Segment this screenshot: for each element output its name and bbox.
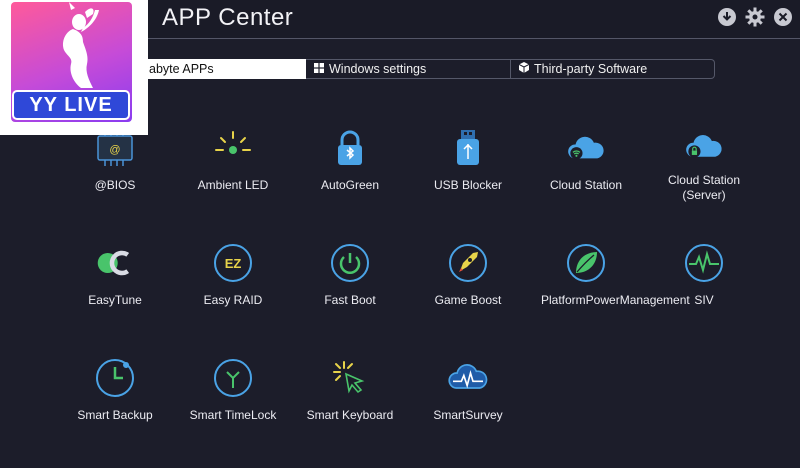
app-game-boost[interactable]: Game Boost bbox=[409, 243, 527, 353]
app-smart-timelock[interactable]: Smart TimeLock bbox=[174, 358, 292, 468]
app-label: Smart Backup bbox=[77, 408, 153, 422]
rocket-icon bbox=[448, 243, 488, 283]
app-label: Fast Boot bbox=[324, 293, 376, 307]
category-tabs: abyte APPs Windows settings Third-party … bbox=[148, 59, 715, 79]
download-icon[interactable] bbox=[716, 6, 738, 28]
windows-icon bbox=[314, 62, 324, 76]
app-easytune[interactable]: EasyTune bbox=[56, 243, 174, 353]
app-label: Smart TimeLock bbox=[189, 408, 277, 422]
app-label: USB Blocker bbox=[433, 178, 503, 192]
pulse-icon bbox=[684, 243, 724, 283]
app-label: SIV bbox=[694, 293, 714, 307]
usb-icon bbox=[448, 128, 488, 168]
cloud-lock-icon bbox=[684, 128, 724, 168]
svg-text:EZ: EZ bbox=[225, 256, 242, 271]
app-bios[interactable]: @ @BIOS bbox=[56, 128, 174, 238]
app-cloud-station[interactable]: Cloud Station bbox=[527, 128, 645, 238]
app-label: PlatformPowerManagement bbox=[541, 293, 690, 307]
tab-label: abyte APPs bbox=[149, 62, 214, 76]
app-platform-power-management[interactable]: PlatformPowerManagement bbox=[527, 243, 690, 353]
tab-label: Third-party Software bbox=[534, 62, 648, 76]
yy-live-logo: YY LIVE bbox=[0, 0, 148, 135]
app-smart-keyboard[interactable]: Smart Keyboard bbox=[291, 358, 409, 468]
app-label: Cloud Station bbox=[549, 178, 623, 192]
app-ambient-led[interactable]: Ambient LED bbox=[174, 128, 292, 238]
app-fast-boot[interactable]: Fast Boot bbox=[291, 243, 409, 353]
power-refresh-icon bbox=[330, 243, 370, 283]
app-label: Smart Keyboard bbox=[306, 408, 394, 422]
led-light-icon bbox=[213, 128, 253, 168]
app-label: AutoGreen bbox=[320, 178, 380, 192]
cloud-wifi-icon bbox=[566, 128, 606, 168]
app-label: Easy RAID bbox=[203, 293, 263, 307]
app-easy-raid[interactable]: EZ Easy RAID bbox=[174, 243, 292, 353]
close-icon[interactable] bbox=[772, 6, 794, 28]
app-label: Cloud Station (Server) bbox=[667, 173, 741, 202]
app-autogreen[interactable]: AutoGreen bbox=[291, 128, 409, 238]
tab-gigabyte-apps[interactable]: abyte APPs bbox=[148, 59, 306, 79]
app-label: @BIOS bbox=[94, 178, 136, 192]
tab-third-party-software[interactable]: Third-party Software bbox=[511, 59, 715, 79]
app-cloud-station-server[interactable]: Cloud Station (Server) bbox=[645, 128, 763, 238]
logo-text: YY LIVE bbox=[12, 90, 130, 120]
app-label: Game Boost bbox=[434, 293, 502, 307]
app-siv[interactable]: SIV bbox=[645, 243, 763, 353]
leaf-icon bbox=[566, 243, 606, 283]
gear-icon[interactable] bbox=[744, 6, 766, 28]
app-smartsurvey[interactable]: SmartSurvey bbox=[409, 358, 527, 468]
window-controls bbox=[716, 6, 794, 28]
app-smart-backup[interactable]: Smart Backup bbox=[56, 358, 174, 468]
clock-icon bbox=[95, 358, 135, 398]
svg-text:@: @ bbox=[109, 144, 120, 156]
tab-label: Windows settings bbox=[329, 62, 427, 76]
tab-windows-settings[interactable]: Windows settings bbox=[306, 59, 511, 79]
easytune-icon bbox=[95, 243, 135, 283]
bluetooth-lock-icon bbox=[330, 128, 370, 168]
app-label: EasyTune bbox=[88, 293, 142, 307]
app-usb-blocker[interactable]: USB Blocker bbox=[409, 128, 527, 238]
app-label: Ambient LED bbox=[197, 178, 269, 192]
app-label: SmartSurvey bbox=[433, 408, 503, 422]
timelock-icon bbox=[213, 358, 253, 398]
app-title: APP Center bbox=[162, 4, 294, 31]
title-divider bbox=[148, 38, 800, 39]
cursor-click-icon bbox=[330, 358, 370, 398]
ez-raid-icon: EZ bbox=[213, 243, 253, 283]
cloud-pulse-icon bbox=[448, 358, 488, 398]
box-icon bbox=[518, 62, 530, 76]
